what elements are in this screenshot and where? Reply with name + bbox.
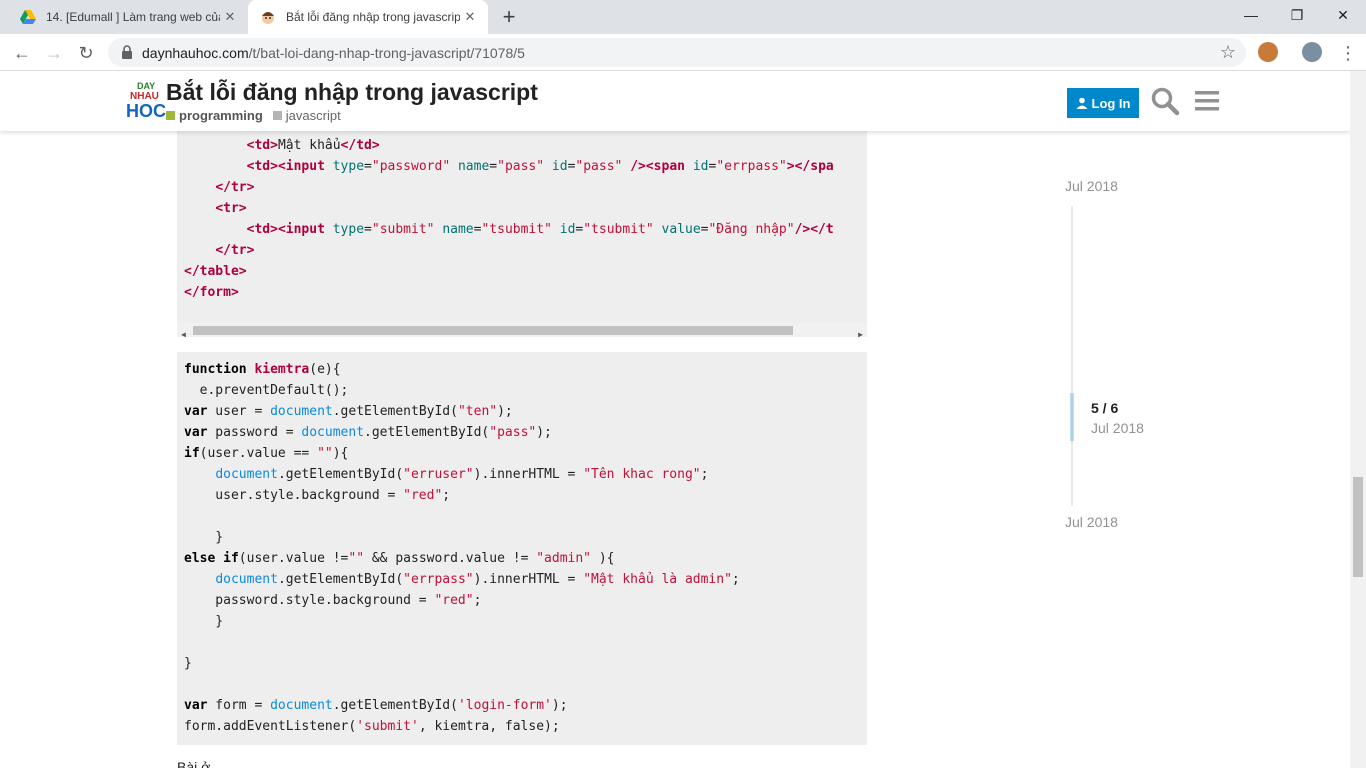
- close-tab-icon[interactable]: ✕: [220, 7, 240, 27]
- tag-javascript[interactable]: javascript: [272, 108, 341, 123]
- code-line: form.addEventListener('submit', kiemtra,…: [184, 719, 560, 734]
- code-block-javascript: function kiemtra(e){ e.preventDefault();…: [177, 352, 867, 745]
- code-line: <td>Mật khẩu</td>: [246, 138, 380, 153]
- category-color-swatch: [166, 111, 175, 120]
- reload-button[interactable]: ↻: [72, 39, 100, 67]
- browser-menu-icon[interactable]: ⋮: [1334, 39, 1362, 67]
- logo-text-hoc: HOC: [126, 101, 166, 121]
- page-title[interactable]: Bắt lỗi đăng nhập trong javascript: [166, 79, 538, 106]
- url-text: daynhauhoc.com/t/bat-loi-dang-nhap-trong…: [142, 45, 525, 61]
- login-label: Log In: [1091, 95, 1131, 111]
- code-line: if(user.value == ""){: [184, 446, 349, 461]
- hamburger-menu-icon[interactable]: [1193, 86, 1223, 116]
- timeline-handle[interactable]: [1070, 393, 1074, 441]
- code-line: document.getElementById("errpass").inner…: [215, 572, 740, 587]
- extension-icon[interactable]: [1258, 42, 1278, 62]
- code-line: }: [184, 656, 192, 671]
- scrollbar-thumb[interactable]: [193, 326, 793, 335]
- code-line: </tr>: [215, 180, 255, 195]
- code-line: <tr>: [215, 201, 247, 216]
- scroll-left-arrow-icon[interactable]: ◀: [181, 324, 186, 337]
- post-text: Bài ở: [177, 759, 211, 768]
- page-scrollbar[interactable]: [1350, 71, 1366, 768]
- code-line: var form = document.getElementById('logi…: [184, 698, 568, 713]
- lock-icon: [122, 45, 132, 59]
- code-line: </form>: [184, 285, 239, 300]
- tag-label: javascript: [285, 108, 341, 123]
- tab-title: Bắt lỗi đăng nhập trong javascrip: [286, 10, 460, 24]
- timeline-position-date: Jul 2018: [1091, 420, 1144, 436]
- code-line: </table>: [184, 264, 247, 279]
- code-line: }: [184, 614, 224, 629]
- category-programming[interactable]: programming: [166, 108, 263, 123]
- site-logo[interactable]: DAY NHAU HOC: [126, 79, 166, 123]
- code-block-html: <tr> <td>Mật khẩu</td> <td><input type="…: [177, 121, 867, 337]
- new-tab-button[interactable]: +: [496, 5, 522, 29]
- url-host: daynhauhoc.com: [142, 45, 249, 61]
- code-line: else if(user.value !="" && password.valu…: [184, 551, 615, 566]
- code-line: e.preventDefault();: [184, 383, 349, 398]
- code-line: </tr>: [215, 243, 255, 258]
- code-line: function kiemtra(e){: [184, 362, 341, 377]
- logo-text-day: DAY: [137, 81, 156, 91]
- code-line: password.style.background = "red";: [184, 593, 482, 608]
- code-line: var user = document.getElementById("ten"…: [184, 404, 513, 419]
- code-line: document.getElementById("erruser").inner…: [215, 467, 709, 482]
- daynhauhoc-favicon-icon: [262, 12, 274, 24]
- timeline-rail[interactable]: [1071, 206, 1073, 506]
- category-label: programming: [179, 108, 263, 123]
- timeline-position: 5 / 6: [1091, 400, 1119, 416]
- category-color-swatch: [272, 111, 282, 120]
- horizontal-scrollbar[interactable]: ◀ ▶: [177, 323, 867, 337]
- search-icon[interactable]: [1150, 86, 1180, 116]
- close-tab-icon[interactable]: ✕: [460, 7, 480, 27]
- code-line: var password = document.getElementById("…: [184, 425, 552, 440]
- minimize-button[interactable]: —: [1228, 0, 1274, 30]
- address-bar[interactable]: daynhauhoc.com/t/bat-loi-dang-nhap-trong…: [108, 38, 1246, 67]
- tab-current[interactable]: Bắt lỗi đăng nhập trong javascrip ✕: [248, 0, 488, 34]
- code-line: }: [184, 530, 224, 545]
- timeline-start-date[interactable]: Jul 2018: [1065, 178, 1118, 194]
- google-drive-icon: [20, 10, 36, 24]
- site-header: DAY NHAU HOC Bắt lỗi đăng nhập trong jav…: [0, 71, 1350, 131]
- timeline-end-date[interactable]: Jul 2018: [1065, 514, 1118, 530]
- login-button[interactable]: Log In: [1067, 88, 1139, 118]
- category-list: programming javascript: [166, 108, 351, 123]
- code-line: <td><input type="submit" name="tsubmit" …: [246, 222, 834, 237]
- tab-edumall[interactable]: 14. [Edumall ] Làm trang web của ✕: [8, 0, 248, 34]
- browser-toolbar: ← → ↻ daynhauhoc.com/t/bat-loi-dang-nhap…: [0, 34, 1366, 71]
- page-scrollbar-thumb[interactable]: [1353, 477, 1363, 577]
- code-line: <td><input type="password" name="pass" i…: [246, 159, 834, 174]
- tab-title: 14. [Edumall ] Làm trang web của: [46, 10, 220, 24]
- forward-button[interactable]: →: [40, 39, 68, 67]
- close-window-button[interactable]: ✕: [1320, 0, 1366, 30]
- code-lines: <tr> <td>Mật khẩu</td> <td><input type="…: [177, 121, 834, 303]
- profile-avatar[interactable]: [1302, 42, 1322, 62]
- restore-button[interactable]: ❐: [1274, 0, 1320, 30]
- user-icon: [1076, 97, 1087, 109]
- scroll-right-arrow-icon[interactable]: ▶: [858, 324, 863, 337]
- code-line: user.style.background = "red";: [184, 488, 451, 503]
- page-content: DAY NHAU HOC Bắt lỗi đăng nhập trong jav…: [0, 71, 1350, 768]
- url-path: /t/bat-loi-dang-nhap-trong-javascript/71…: [248, 45, 525, 61]
- bookmark-star-icon[interactable]: ☆: [1220, 42, 1236, 63]
- browser-tabstrip: 14. [Edumall ] Làm trang web của ✕ Bắt l…: [0, 0, 1366, 34]
- back-button[interactable]: ←: [8, 39, 36, 67]
